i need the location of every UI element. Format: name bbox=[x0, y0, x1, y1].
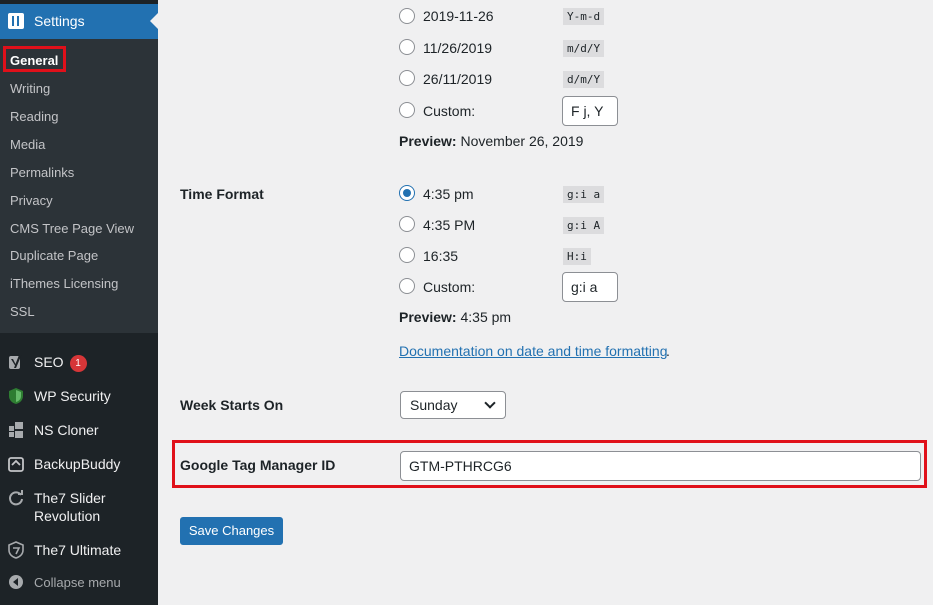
settings-icon bbox=[8, 13, 24, 29]
time-format-radio-lower[interactable] bbox=[399, 185, 415, 201]
collapse-icon bbox=[9, 575, 23, 589]
menu-wp-security-label: WP Security bbox=[34, 388, 111, 404]
time-format-custom-input[interactable]: g:i a bbox=[562, 272, 618, 302]
time-format-code-24h: H:i bbox=[563, 248, 591, 265]
menu-backupbuddy[interactable]: BackupBuddy bbox=[0, 454, 158, 474]
time-format-code-lower: g:i a bbox=[563, 186, 605, 203]
date-format-radio-mdy[interactable] bbox=[399, 39, 415, 55]
current-menu-arrow bbox=[150, 13, 158, 29]
submenu-cms-tree-page-view[interactable]: CMS Tree Page View bbox=[10, 221, 134, 236]
submenu-privacy[interactable]: Privacy bbox=[10, 193, 53, 208]
backup-icon bbox=[8, 457, 24, 472]
week-starts-label: Week Starts On bbox=[180, 397, 284, 413]
date-format-label-ymd: 2019-11-26 bbox=[423, 8, 494, 24]
doc-link-period: . bbox=[666, 343, 670, 359]
time-format-label: Time Format bbox=[180, 186, 264, 202]
date-format-label-custom: Custom: bbox=[423, 103, 476, 119]
menu-the7-ultimate-label: The7 Ultimate bbox=[34, 542, 122, 558]
admin-sidebar: Settings General Writing Reading Media P… bbox=[0, 0, 158, 605]
submenu-duplicate-page[interactable]: Duplicate Page bbox=[10, 248, 98, 263]
date-format-code-ymd: Y-m-d bbox=[563, 8, 605, 25]
seo-notification-badge: 1 bbox=[69, 355, 87, 372]
date-format-radio-dmy[interactable] bbox=[399, 70, 415, 86]
date-format-radio-ymd[interactable] bbox=[399, 8, 415, 24]
chevron-down-icon bbox=[484, 397, 496, 409]
menu-wp-security[interactable]: WP Security bbox=[0, 386, 158, 406]
menu-seo-label: SEO bbox=[34, 354, 64, 370]
menu-seo[interactable]: SEO 1 bbox=[0, 352, 158, 372]
time-format-radio-upper[interactable] bbox=[399, 216, 415, 232]
week-starts-value: Sunday bbox=[410, 397, 458, 413]
menu-ns-cloner-label: NS Cloner bbox=[34, 422, 99, 438]
date-format-label-mdy: 11/26/2019 bbox=[423, 40, 493, 56]
date-format-code-mdy: m/d/Y bbox=[563, 40, 605, 57]
shield-icon bbox=[9, 388, 23, 404]
highlight-general-box bbox=[3, 46, 66, 72]
date-format-label-dmy: 26/11/2019 bbox=[423, 71, 493, 87]
menu-the7-slider-revolution[interactable]: The7 Slider Revolution bbox=[0, 488, 158, 526]
gtm-id-label: Google Tag Manager ID bbox=[180, 457, 336, 473]
menu-the7-slider-line2: Revolution bbox=[34, 508, 101, 524]
date-time-doc-link-text[interactable]: Documentation on date and time formattin… bbox=[399, 343, 668, 359]
time-format-label-24h: 16:35 bbox=[423, 248, 459, 264]
menu-the7-slider-line1: The7 Slider bbox=[34, 490, 106, 506]
refresh-icon bbox=[9, 490, 23, 506]
time-format-label-lower: 4:35 pm bbox=[423, 186, 474, 202]
menu-backupbuddy-label: BackupBuddy bbox=[34, 456, 121, 472]
gtm-id-input[interactable]: GTM-PTHRCG6 bbox=[400, 451, 921, 481]
collapse-menu-button[interactable]: Collapse menu bbox=[0, 574, 158, 592]
time-format-code-upper: g:i A bbox=[563, 217, 605, 234]
date-format-preview: Preview: November 26, 2019 bbox=[399, 133, 583, 149]
date-preview-value: November 26, 2019 bbox=[460, 133, 584, 149]
submenu-reading[interactable]: Reading bbox=[10, 109, 58, 124]
date-format-code-dmy: d/m/Y bbox=[563, 71, 605, 88]
submenu-writing[interactable]: Writing bbox=[10, 81, 50, 96]
collapse-menu-label: Collapse menu bbox=[34, 575, 121, 590]
windows-icon bbox=[9, 422, 23, 438]
submenu-ssl[interactable]: SSL bbox=[10, 304, 35, 319]
yoast-icon bbox=[9, 355, 22, 369]
time-format-label-custom: Custom: bbox=[423, 279, 476, 295]
submenu-media[interactable]: Media bbox=[10, 137, 45, 152]
date-preview-label: Preview: bbox=[399, 133, 457, 149]
menu-settings[interactable]: Settings bbox=[0, 4, 158, 39]
menu-settings-label: Settings bbox=[34, 13, 85, 29]
menu-the7-ultimate[interactable]: The7 Ultimate bbox=[0, 540, 158, 560]
menu-ns-cloner[interactable]: NS Cloner bbox=[0, 420, 158, 440]
time-format-radio-24h[interactable] bbox=[399, 247, 415, 263]
submenu-permalinks[interactable]: Permalinks bbox=[10, 165, 74, 180]
time-preview-label: Preview: bbox=[399, 309, 457, 325]
submenu-ithemes-licensing[interactable]: iThemes Licensing bbox=[10, 276, 118, 291]
time-preview-value: 4:35 pm bbox=[460, 309, 512, 325]
time-format-radio-custom[interactable] bbox=[399, 278, 415, 294]
time-format-label-upper: 4:35 PM bbox=[423, 217, 476, 233]
time-format-preview: Preview: 4:35 pm bbox=[399, 309, 511, 325]
date-format-custom-input[interactable]: F j, Y bbox=[562, 96, 618, 126]
save-changes-button[interactable]: Save Changes bbox=[180, 517, 283, 545]
date-format-radio-custom[interactable] bbox=[399, 102, 415, 118]
week-starts-select[interactable]: Sunday bbox=[400, 391, 506, 419]
date-time-doc-link[interactable]: Documentation on date and time formattin… bbox=[399, 343, 668, 359]
the7-shield-icon bbox=[8, 541, 24, 559]
